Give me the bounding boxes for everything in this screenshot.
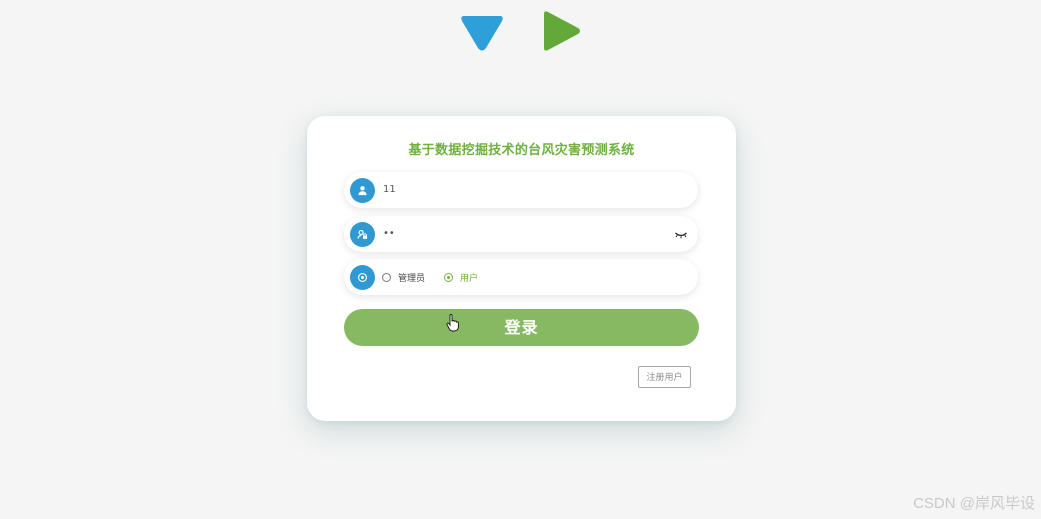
password-field[interactable]: ••	[344, 216, 698, 252]
role-option-user[interactable]: 用户	[444, 271, 478, 284]
username-input[interactable]: 11	[383, 172, 396, 208]
lock-user-icon	[350, 222, 375, 247]
user-radio[interactable]	[444, 272, 454, 282]
role-field: 管理员 用户	[344, 259, 698, 295]
green-play-triangle-icon	[544, 11, 580, 51]
eye-closed-icon[interactable]	[674, 228, 688, 240]
user-icon	[350, 178, 375, 203]
hand-cursor-icon	[446, 314, 459, 332]
login-button[interactable]: 登录	[344, 309, 699, 346]
role-icon	[350, 265, 375, 290]
system-title: 基于数据挖掘技术的台风灾害预测系统	[408, 143, 635, 158]
username-field[interactable]: 11	[344, 172, 698, 208]
blue-down-triangle-icon	[461, 16, 503, 51]
login-card: 基于数据挖掘技术的台风灾害预测系统 11 •• 管理员 用户 登录 注册用户	[307, 116, 736, 421]
role-option-admin[interactable]: 管理员	[382, 271, 425, 284]
login-page: 基于数据挖掘技术的台风灾害预测系统 11 •• 管理员 用户 登录 注册用户 C…	[0, 0, 1041, 519]
password-input[interactable]: ••	[383, 216, 395, 252]
admin-radio-label: 管理员	[398, 273, 426, 284]
user-radio-label: 用户	[460, 273, 479, 284]
role-radio-group: 管理员 用户	[382, 259, 497, 295]
watermark: CSDN @岸风毕设	[913, 495, 1035, 512]
register-button[interactable]: 注册用户	[638, 366, 691, 388]
admin-radio[interactable]	[382, 272, 391, 282]
